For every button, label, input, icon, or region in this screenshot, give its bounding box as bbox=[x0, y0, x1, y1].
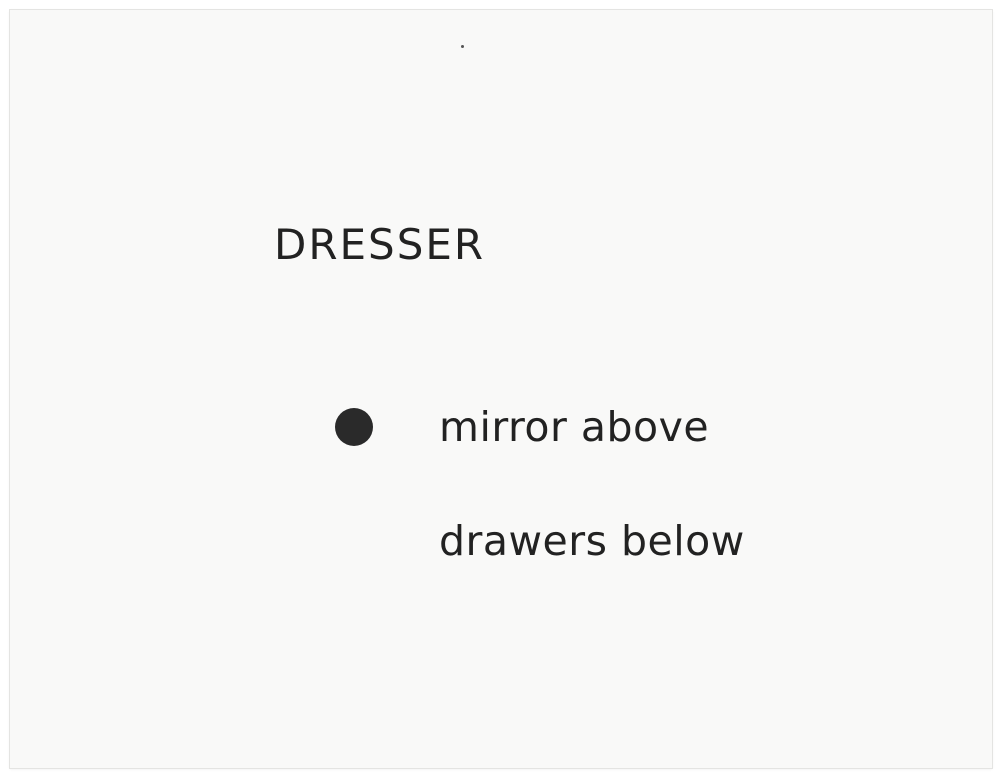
bullet-dot-icon bbox=[335, 408, 373, 446]
card-title: DRESSER bbox=[274, 220, 486, 269]
card-line-mirror: mirror above bbox=[439, 403, 710, 451]
ink-speck bbox=[461, 45, 464, 48]
index-card: DRESSER mirror above drawers below bbox=[10, 10, 992, 768]
card-line-drawers: drawers below bbox=[439, 517, 745, 565]
